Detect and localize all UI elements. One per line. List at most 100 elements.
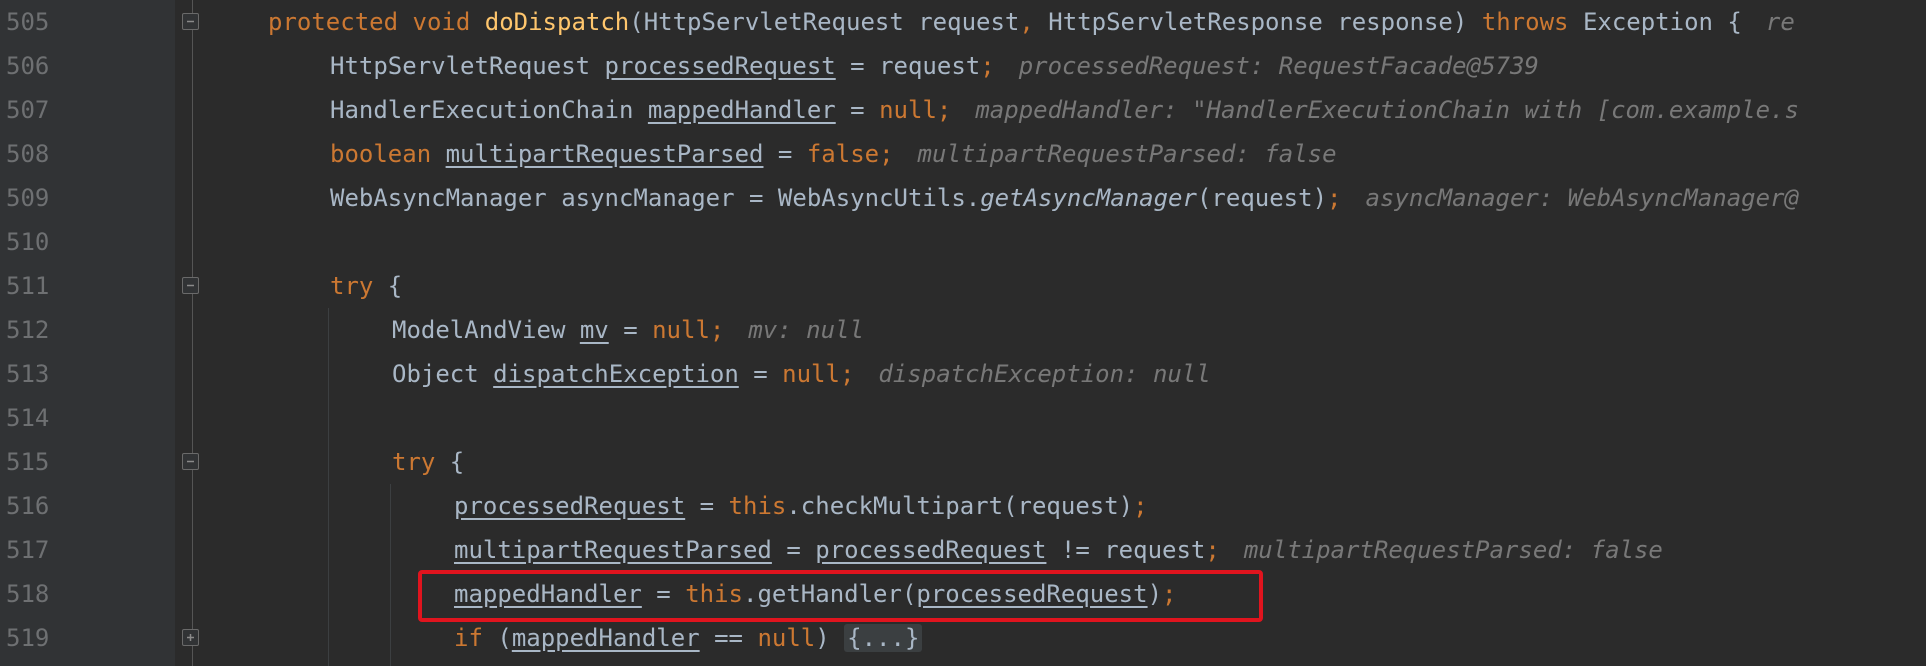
keyword-token: ; [980, 52, 995, 80]
code-token: ) [815, 624, 845, 652]
code-editor[interactable]: 505 protected void doDispatch(HttpServlet… [0, 0, 1926, 666]
code-token: { [387, 272, 403, 300]
code-text[interactable]: try { [330, 264, 402, 308]
code-text[interactable]: HandlerExecutionChain mappedHandler = nu… [330, 88, 1799, 132]
code-text[interactable]: ModelAndView mv = null; mv: null [392, 308, 864, 352]
inline-debug-value: multipartRequestParsed: false [917, 140, 1337, 168]
line-number: 513 [6, 360, 50, 388]
code-line[interactable]: 514 [0, 396, 1926, 440]
code-text[interactable]: if (mappedHandler == null) {...} [454, 616, 923, 660]
code-token: = [835, 96, 880, 124]
variable-token: mappedHandler [647, 96, 836, 124]
code-token: ( [497, 624, 512, 652]
inline-debug-value: re [1765, 8, 1795, 36]
keyword-token: try [392, 448, 450, 476]
code-line[interactable]: 516 processedRequest = this.checkMultipar… [0, 484, 1926, 528]
code-text[interactable]: protected void doDispatch(HttpServletReq… [268, 0, 1795, 44]
inline-debug-value: processedRequest: RequestFacade@5739 [1018, 52, 1539, 80]
code-token: = [771, 536, 816, 564]
code-line[interactable]: 517 multipartRequestParsed = processedReq… [0, 528, 1926, 572]
code-text[interactable]: try { [392, 440, 464, 484]
line-number: 518 [6, 580, 50, 608]
code-text[interactable]: Object dispatchException = null; dispatch… [392, 352, 1211, 396]
code-token: = request [835, 52, 981, 80]
code-token: HandlerExecutionChain [330, 96, 648, 124]
code-line[interactable]: 513 Object dispatchException = null; dispa… [0, 352, 1926, 396]
line-number: 517 [6, 536, 50, 564]
code-token: (HttpServletRequest request [629, 8, 1020, 36]
line-number: 514 [6, 404, 50, 432]
variable-token: dispatchException [493, 360, 739, 388]
code-line[interactable]: 512 ModelAndView mv = null; mv: null [0, 308, 1926, 352]
code-text[interactable]: multipartRequestParsed = processedReques… [454, 528, 1663, 572]
code-line[interactable]: 506 HttpServletRequest processedRequest =… [0, 44, 1926, 88]
code-token: HttpServletRequest [330, 52, 605, 80]
code-token: Exception { [1582, 8, 1742, 36]
code-token: = [608, 316, 653, 344]
code-token: getAsyncManager [980, 184, 1197, 212]
highlight-box [418, 570, 1263, 622]
keyword-token: ; [1327, 184, 1342, 212]
keyword-token: , [1019, 8, 1049, 36]
inline-debug-value: dispatchException: null [878, 360, 1211, 388]
code-text[interactable]: boolean multipartRequestParsed = false; m… [330, 132, 1337, 176]
keyword-token: try [330, 272, 388, 300]
keyword-token: boolean [330, 140, 446, 168]
code-line[interactable]: 507 HandlerExecutionChain mappedHandler =… [0, 88, 1926, 132]
method-name-token: doDispatch [484, 8, 630, 36]
code-token: { [449, 448, 465, 476]
inline-debug-value: mappedHandler: "HandlerExecutionChain wi… [975, 96, 1799, 124]
code-token: (request) [1196, 184, 1328, 212]
code-line[interactable]: 508 boolean multipartRequestParsed = fals… [0, 132, 1926, 176]
variable-token: processedRequest [454, 492, 686, 520]
code-token: = [763, 140, 807, 168]
code-token: WebAsyncManager asyncManager = WebAsyncU… [330, 184, 981, 212]
inline-debug-value: multipartRequestParsed: false [1243, 536, 1663, 564]
code-line[interactable]: 509 WebAsyncManager asyncManager = WebAsy… [0, 176, 1926, 220]
code-text[interactable]: processedRequest = this.checkMultipart(r… [454, 484, 1148, 528]
keyword-token: null [757, 624, 816, 652]
code-token: HttpServletResponse response) [1048, 8, 1482, 36]
line-number: 519 [6, 624, 50, 652]
variable-token: mappedHandler [511, 624, 700, 652]
variable-token: processedRequest [604, 52, 836, 80]
keyword-token: null; [652, 316, 725, 344]
code-text[interactable]: WebAsyncManager asyncManager = WebAsyncU… [330, 176, 1799, 220]
line-number: 516 [6, 492, 50, 520]
code-line[interactable]: 511 try { [0, 264, 1926, 308]
keyword-token: false; [806, 140, 894, 168]
keyword-token: if [454, 624, 498, 652]
keyword-token: ; [1133, 492, 1148, 520]
code-line[interactable]: 515 try { [0, 440, 1926, 484]
line-number: 506 [6, 52, 50, 80]
inline-debug-value: asyncManager: WebAsyncManager@ [1365, 184, 1799, 212]
code-token: = [685, 492, 729, 520]
inline-debug-value: mv: null [748, 316, 864, 344]
code-token: ModelAndView [392, 316, 580, 344]
code-text[interactable]: HttpServletRequest processedRequest = re… [330, 44, 1539, 88]
code-line[interactable]: 505 protected void doDispatch(HttpServlet… [0, 0, 1926, 44]
variable-token: mv [579, 316, 609, 344]
collapsed-block[interactable]: {...} [844, 624, 923, 652]
code-token: != request [1046, 536, 1206, 564]
code-line[interactable]: 510 [0, 220, 1926, 264]
line-number: 515 [6, 448, 50, 476]
keyword-token: ; [1205, 536, 1220, 564]
line-number: 512 [6, 316, 50, 344]
variable-token: multipartRequestParsed [445, 140, 764, 168]
keyword-token: throws [1481, 8, 1583, 36]
keyword-token: null; [782, 360, 855, 388]
line-number: 511 [6, 272, 50, 300]
variable-token: processedRequest [815, 536, 1047, 564]
code-token: Object [392, 360, 494, 388]
code-line[interactable]: 519 if (mappedHandler == null) {...} [0, 616, 1926, 660]
line-number: 505 [6, 8, 50, 36]
line-number: 507 [6, 96, 50, 124]
code-token: == [699, 624, 758, 652]
keyword-token: null; [879, 96, 952, 124]
keyword-token: this [728, 492, 787, 520]
code-token: .checkMultipart(request) [786, 492, 1134, 520]
line-number: 509 [6, 184, 50, 212]
line-number: 510 [6, 228, 50, 256]
line-number: 508 [6, 140, 50, 168]
